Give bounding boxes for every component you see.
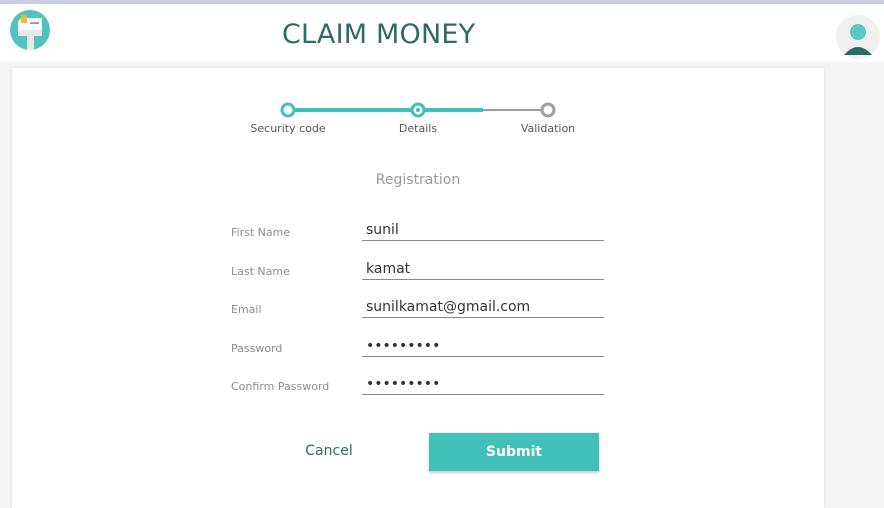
email-label: Email <box>231 303 262 316</box>
app-header: CLAIM MONEY <box>0 4 884 62</box>
first-name-label: First Name <box>231 226 291 239</box>
form-title: Registration <box>375 172 461 188</box>
mailbox-logo-icon[interactable] <box>10 10 50 50</box>
last-name-field[interactable] <box>362 258 604 280</box>
first-name-field[interactable] <box>362 219 604 241</box>
step-label-security-code: Security code <box>250 122 326 135</box>
step-label-details: Details <box>398 122 438 135</box>
password-field[interactable] <box>362 335 604 357</box>
app-title: CLAIM MONEY <box>282 19 476 50</box>
step-label-validation: Validation <box>520 122 576 135</box>
confirm-password-field[interactable] <box>362 373 604 395</box>
cancel-button[interactable]: Cancel <box>294 433 364 469</box>
step-dot-details-center <box>416 108 420 112</box>
progress-stepper <box>280 102 556 118</box>
submit-button[interactable]: Submit <box>429 433 599 471</box>
step-dot-security-code <box>280 102 296 118</box>
password-label: Password <box>231 342 283 355</box>
user-avatar-icon[interactable] <box>836 15 880 59</box>
last-name-label: Last Name <box>231 265 290 278</box>
step-dot-validation <box>540 102 556 118</box>
email-field[interactable] <box>362 296 604 318</box>
confirm-password-label: Confirm Password <box>231 380 330 393</box>
registration-card: Security code Details Validation Registr… <box>12 68 824 508</box>
